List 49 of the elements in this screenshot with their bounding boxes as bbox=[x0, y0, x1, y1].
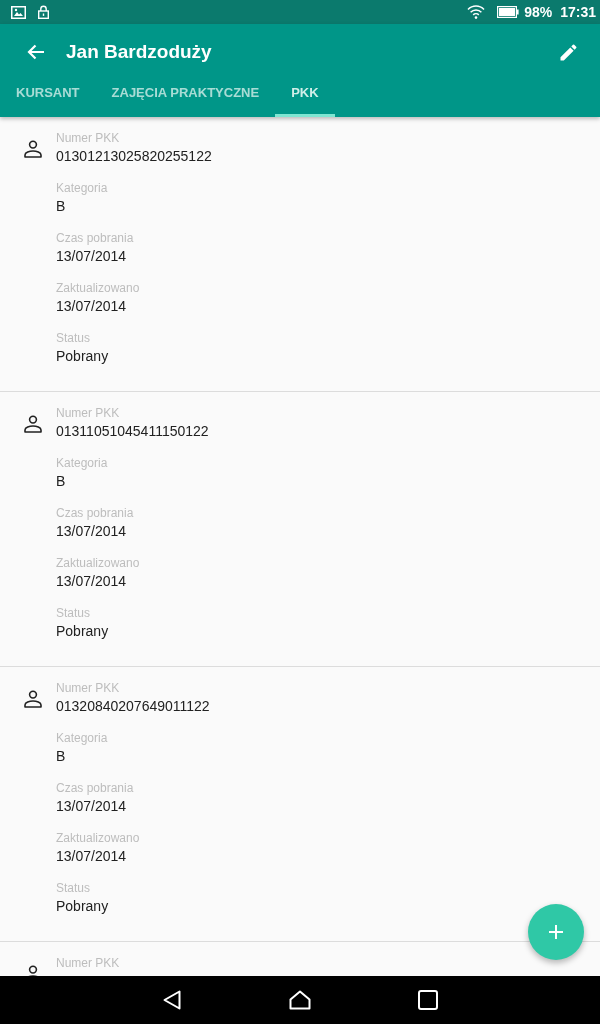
back-icon[interactable] bbox=[163, 990, 181, 1010]
field-value: Pobrany bbox=[56, 622, 109, 641]
field-label: Kategoria bbox=[56, 730, 108, 746]
person-icon bbox=[24, 415, 42, 433]
wifi-icon bbox=[467, 5, 486, 19]
field-value: 13/07/2014 bbox=[56, 572, 127, 591]
field-value: B bbox=[56, 197, 66, 216]
battery-icon bbox=[497, 6, 520, 18]
field-label: Kategoria bbox=[56, 455, 108, 471]
field-value: 13/07/2014 bbox=[56, 847, 127, 866]
field-label: Czas pobrania bbox=[56, 505, 134, 521]
field-label: Kategoria bbox=[56, 180, 108, 196]
home-icon[interactable] bbox=[289, 990, 311, 1010]
image-icon bbox=[11, 5, 26, 19]
field-label: Status bbox=[56, 605, 91, 621]
field-value: 01320840207649011122 bbox=[56, 697, 210, 716]
field-label: Zaktualizowano bbox=[56, 830, 140, 846]
screen-title: Jan Bardzoduży bbox=[66, 40, 213, 64]
field-label: Zaktualizowano bbox=[56, 555, 140, 571]
field-label: Numer PKK bbox=[56, 405, 120, 421]
battery-percentage: 98% bbox=[524, 4, 553, 20]
field-value: Pobrany bbox=[56, 897, 109, 916]
field-value: 01311051045411150122 bbox=[56, 422, 209, 441]
back-arrow-icon[interactable] bbox=[27, 44, 45, 60]
field-label: Status bbox=[56, 880, 91, 896]
person-icon bbox=[24, 690, 42, 708]
field-label: Czas pobrania bbox=[56, 780, 134, 796]
lock-icon bbox=[38, 5, 49, 19]
pencil-icon[interactable] bbox=[560, 43, 578, 61]
field-label: Czas pobrania bbox=[56, 230, 134, 246]
plus-icon bbox=[549, 925, 563, 939]
field-label: Numer PKK bbox=[56, 130, 120, 146]
field-value: 13/07/2014 bbox=[56, 247, 127, 266]
person-icon bbox=[24, 140, 42, 158]
field-value: B bbox=[56, 747, 66, 766]
field-label: Status bbox=[56, 330, 91, 346]
field-value: B bbox=[56, 472, 66, 491]
field-value: 01301213025820255122 bbox=[56, 147, 212, 166]
tab[interactable]: ZAJĘCIA PRAKTYCZNE bbox=[95, 80, 276, 117]
field-label: Numer PKK bbox=[56, 955, 120, 971]
field-value: 13/07/2014 bbox=[56, 522, 127, 541]
field-value: Pobrany bbox=[56, 347, 109, 366]
field-value: 13/07/2014 bbox=[56, 297, 127, 316]
clock-time: 17:31 bbox=[560, 4, 596, 20]
recents-icon[interactable] bbox=[418, 990, 438, 1010]
tab[interactable]: KURSANT bbox=[0, 80, 96, 117]
field-label: Numer PKK bbox=[56, 680, 120, 696]
field-label: Zaktualizowano bbox=[56, 280, 140, 296]
field-value: 13/07/2014 bbox=[56, 797, 127, 816]
